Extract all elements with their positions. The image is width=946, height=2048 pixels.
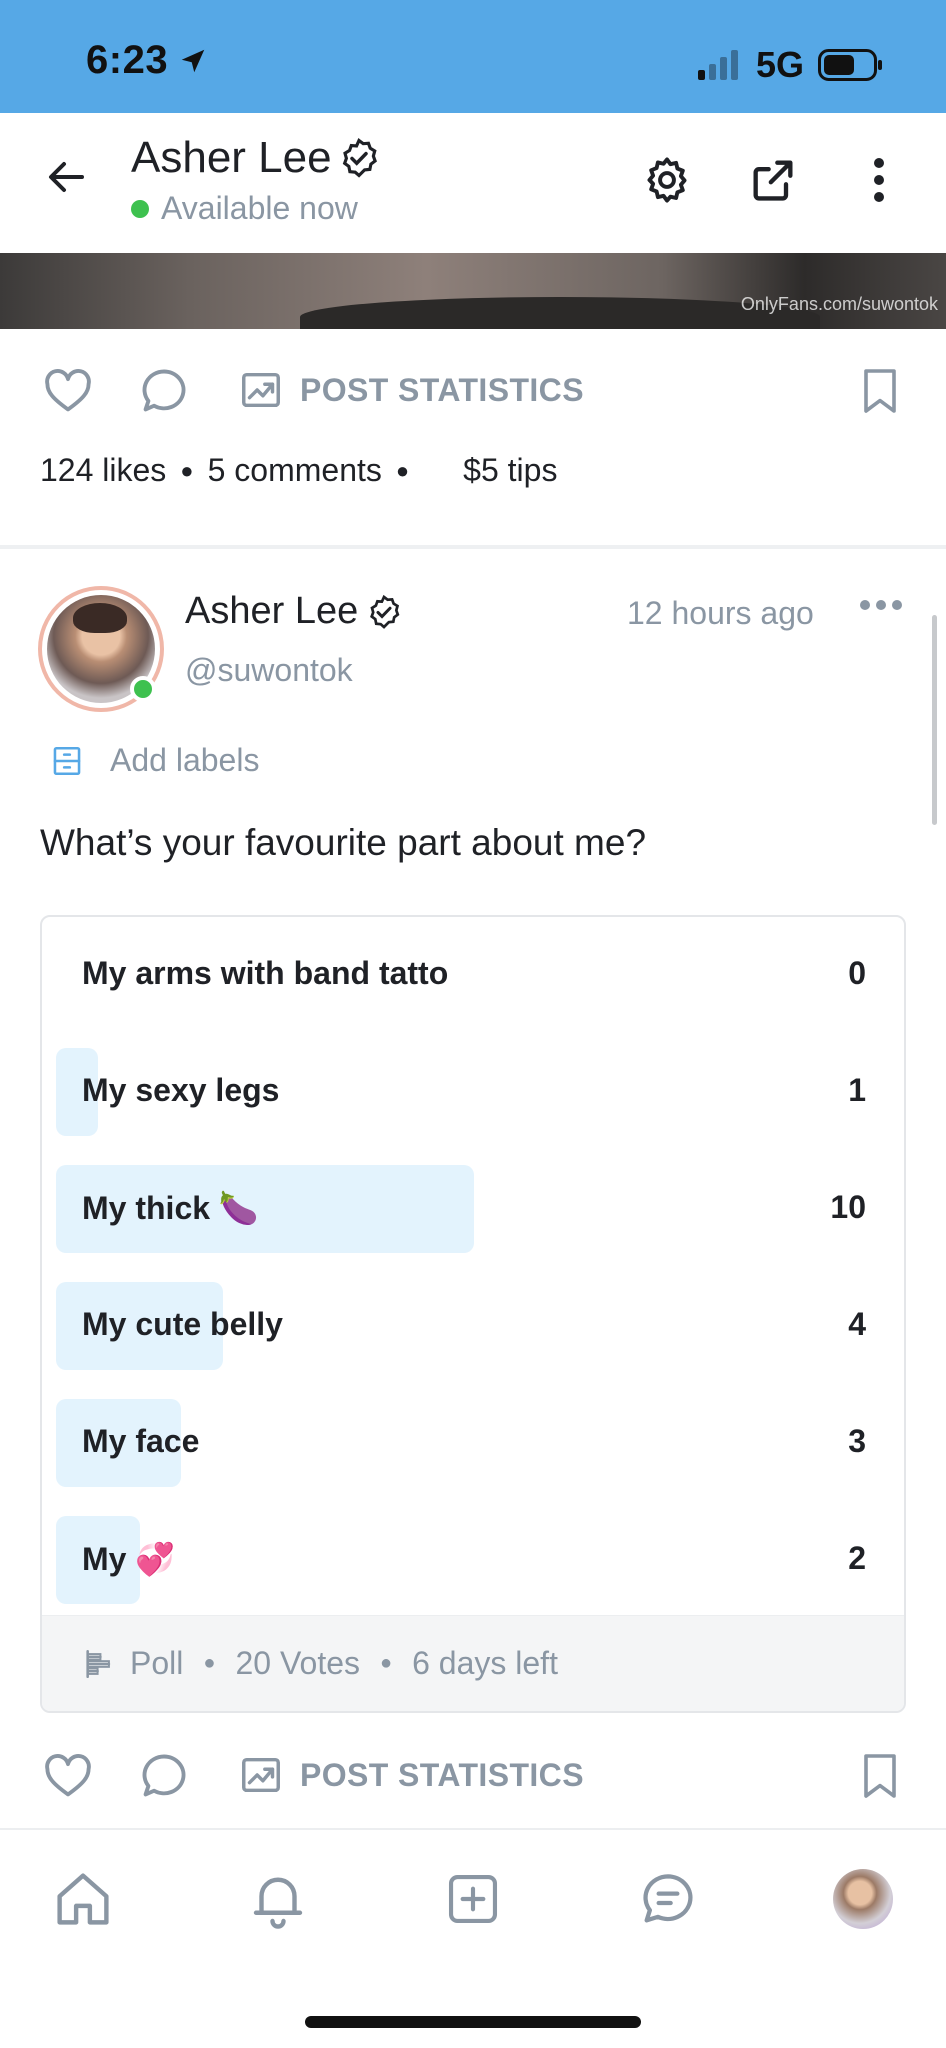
poll-footer: Poll ● 20 Votes ● 6 days left (42, 1615, 904, 1711)
poll-icon (82, 1647, 116, 1681)
online-indicator (130, 676, 156, 702)
media-watermark: OnlyFans.com/suwontok (740, 294, 938, 314)
poll-option-label: My cute belly (82, 1306, 283, 1342)
availability-text: Available now (161, 190, 358, 226)
likes-count[interactable]: 124 likes (40, 452, 166, 489)
header-name[interactable]: Asher Lee (131, 133, 380, 183)
add-labels-button[interactable]: Add labels (50, 742, 259, 779)
post-statistics-button[interactable]: POST STATISTICS (238, 1752, 584, 1798)
poll-option-label: My arms with band tatto (82, 955, 449, 991)
poll-option-count: 3 (848, 1423, 866, 1459)
post-statistics-label: POST STATISTICS (300, 1756, 584, 1793)
poll-option-count: 10 (830, 1189, 866, 1225)
separator-dot: ● (380, 1652, 393, 1674)
post1-actions: POST STATISTICS (0, 355, 946, 431)
poll-option-count: 4 (848, 1306, 866, 1342)
comment-icon[interactable] (138, 1750, 190, 1802)
post-statistics-button[interactable]: POST STATISTICS (238, 367, 584, 413)
home-icon[interactable] (48, 1864, 118, 1934)
poll-option-count: 2 (848, 1540, 866, 1576)
post1-engagement: 124 likes ● 5 comments ● $5 tips (40, 452, 557, 489)
poll-card: My arms with band tatto 0 My sexy legs 1… (40, 915, 906, 1713)
post2-actions: POST STATISTICS (0, 1740, 946, 1816)
avatar-hair (73, 603, 127, 633)
post-statistics-label: POST STATISTICS (300, 371, 584, 408)
status-time: 6:23 (86, 38, 208, 83)
status-bar: 6:23 5G (0, 0, 946, 113)
separator-dot: ● (203, 1652, 216, 1674)
separator-dot: ● (395, 457, 410, 483)
profile-tab[interactable] (828, 1864, 898, 1934)
battery-icon (818, 49, 884, 81)
profile-header: Asher Lee Available now (0, 113, 946, 253)
comments-count[interactable]: 5 comments (208, 452, 382, 489)
online-indicator (131, 199, 149, 218)
comment-icon[interactable] (138, 365, 190, 417)
add-icon[interactable] (438, 1864, 508, 1934)
tips-amount[interactable]: $5 tips (463, 452, 557, 489)
poll-option[interactable]: My arms with band tatto 0 (56, 931, 892, 1019)
heart-icon[interactable] (42, 1750, 94, 1802)
poll-option[interactable]: My cute belly 4 (56, 1282, 892, 1370)
home-indicator (305, 2016, 641, 2028)
poll-vote-count: 20 Votes (235, 1645, 360, 1681)
statistics-icon (238, 367, 284, 413)
statistics-icon (238, 1752, 284, 1798)
poll-option[interactable]: My face 3 (56, 1399, 892, 1487)
post-author-handle[interactable]: @suwontok (185, 652, 353, 689)
header-actions (640, 153, 906, 207)
bookmark-icon[interactable] (856, 365, 904, 417)
share-icon[interactable] (746, 153, 800, 207)
post-timestamp: 12 hours ago (627, 595, 814, 631)
poll-option-label: My 💞 (82, 1541, 176, 1577)
verified-badge-icon (366, 594, 402, 630)
status-indicators: 5G (697, 44, 884, 86)
post-text: What’s your favourite part about me? (40, 822, 647, 863)
heart-icon[interactable] (42, 365, 94, 417)
scrollbar[interactable] (932, 615, 937, 825)
header-name-text: Asher Lee (131, 133, 332, 182)
label-icon (50, 744, 84, 778)
separator-dot: ● (180, 457, 194, 483)
back-arrow-icon[interactable] (42, 153, 90, 201)
bell-icon[interactable] (243, 1864, 313, 1934)
poll-option-label: My face (82, 1423, 200, 1459)
more-vertical-icon[interactable] (852, 153, 906, 207)
poll-option[interactable]: My thick 🍆 10 (56, 1165, 892, 1253)
location-arrow-icon (178, 46, 208, 76)
verified-badge-icon (338, 137, 380, 179)
poll-option-label: My sexy legs (82, 1072, 280, 1108)
more-horizontal-icon[interactable] (860, 600, 902, 610)
poll-option[interactable]: My sexy legs 1 (56, 1048, 892, 1136)
post-divider (0, 545, 946, 549)
availability-status: Available now (131, 190, 358, 227)
network-label: 5G (755, 44, 804, 85)
post-author-name[interactable]: Asher Lee (185, 590, 402, 633)
bookmark-icon[interactable] (856, 1750, 904, 1802)
add-labels-text: Add labels (110, 742, 260, 778)
poll-option-label: My thick 🍆 (82, 1190, 259, 1226)
poll-type-label: Poll (130, 1645, 184, 1681)
signal-icon (697, 50, 742, 80)
poll-time-remaining: 6 days left (412, 1645, 558, 1681)
bottom-tab-bar (0, 1828, 946, 2048)
avatar (833, 1869, 893, 1929)
post-author-name-text: Asher Lee (185, 590, 359, 632)
poll-option[interactable]: My 💞 2 (56, 1516, 892, 1604)
poll-option-count: 0 (848, 955, 866, 991)
status-time-text: 6:23 (86, 38, 169, 82)
settings-gear-icon[interactable] (640, 153, 694, 207)
post-media-image[interactable]: OnlyFans.com/suwontok (0, 253, 946, 329)
messages-icon[interactable] (633, 1864, 703, 1934)
poll-option-count: 1 (848, 1072, 866, 1108)
